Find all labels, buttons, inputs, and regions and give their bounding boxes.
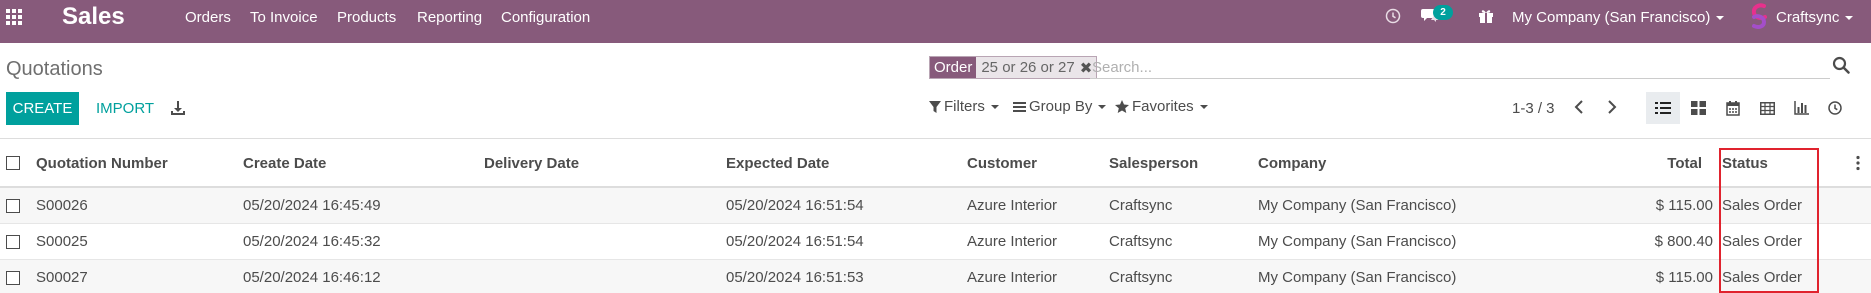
- optional-columns-icon[interactable]: [1855, 155, 1861, 171]
- download-icon[interactable]: [170, 100, 186, 116]
- app-name[interactable]: Sales: [62, 3, 125, 31]
- cell-total: $ 115.00: [1655, 197, 1713, 214]
- caret-down-icon: [1199, 104, 1208, 109]
- col-customer[interactable]: Customer: [967, 155, 1037, 172]
- cell-customer: Azure Interior: [967, 233, 1058, 250]
- table-row[interactable]: S00025 05/20/2024 16:45:32 05/20/2024 16…: [0, 224, 1871, 260]
- graph-view-icon[interactable]: [1784, 92, 1818, 124]
- favorites-dropdown[interactable]: Favorites: [1115, 98, 1208, 115]
- page-title: Quotations: [6, 58, 103, 80]
- favorites-label: Favorites: [1132, 98, 1194, 115]
- cell-number: S00026: [36, 197, 88, 214]
- search-input[interactable]: [1090, 56, 1830, 79]
- pager-value[interactable]: 1-3 / 3: [1512, 100, 1555, 117]
- bars-icon: [1013, 101, 1026, 112]
- col-status[interactable]: Status: [1722, 155, 1768, 172]
- row-checkbox[interactable]: [6, 271, 20, 285]
- user-avatar[interactable]: [1748, 2, 1772, 30]
- menu-configuration[interactable]: Configuration: [501, 9, 590, 26]
- menu-to-invoice[interactable]: To Invoice: [250, 9, 318, 26]
- cell-status: Sales Order: [1722, 269, 1803, 286]
- apps-menu-icon[interactable]: [6, 9, 24, 27]
- star-icon: [1115, 100, 1129, 113]
- calendar-view-icon[interactable]: [1716, 92, 1750, 124]
- user-name: Craftsync: [1776, 9, 1840, 26]
- col-expected-date[interactable]: Expected Date: [726, 155, 829, 172]
- caret-down-icon: [1098, 104, 1107, 109]
- cell-create-date: 05/20/2024 16:45:32: [243, 233, 381, 250]
- cell-salesperson: Craftsync: [1109, 233, 1173, 250]
- clock-icon[interactable]: [1385, 8, 1401, 29]
- chevron-right-icon[interactable]: [1603, 98, 1619, 116]
- cell-salesperson: Craftsync: [1109, 269, 1173, 286]
- cell-customer: Azure Interior: [967, 197, 1058, 214]
- import-button[interactable]: IMPORT: [88, 92, 162, 125]
- col-delivery-date[interactable]: Delivery Date: [484, 155, 579, 172]
- gift-icon[interactable]: [1478, 8, 1494, 29]
- cell-number: S00027: [36, 269, 88, 286]
- search-icon[interactable]: [1832, 56, 1852, 76]
- col-quotation-number[interactable]: Quotation Number: [36, 155, 168, 172]
- filter-icon: [929, 100, 941, 113]
- row-checkbox[interactable]: [6, 199, 20, 213]
- top-navbar: Sales Orders To Invoice Products Reporti…: [0, 0, 1871, 43]
- messages-count-badge: 2: [1433, 5, 1453, 20]
- col-total[interactable]: Total: [1640, 155, 1702, 172]
- cell-status: Sales Order: [1722, 197, 1803, 214]
- list-view-icon[interactable]: [1646, 92, 1680, 124]
- menu-products[interactable]: Products: [337, 9, 396, 26]
- cell-total: $ 800.40: [1654, 233, 1713, 250]
- cell-create-date: 05/20/2024 16:46:12: [243, 269, 381, 286]
- activity-view-icon[interactable]: [1818, 92, 1852, 124]
- search-facet[interactable]: Order 25 or 26 or 27 ✖: [929, 56, 1098, 79]
- caret-down-icon: [1845, 16, 1854, 21]
- company-name: My Company (San Francisco): [1512, 9, 1711, 26]
- menu-orders[interactable]: Orders: [185, 9, 231, 26]
- cell-company: My Company (San Francisco): [1258, 269, 1457, 286]
- cell-expected-date: 05/20/2024 16:51:54: [726, 233, 864, 250]
- cell-salesperson: Craftsync: [1109, 197, 1173, 214]
- groupby-dropdown[interactable]: Group By: [1013, 98, 1107, 115]
- create-button[interactable]: CREATE: [6, 92, 79, 125]
- caret-down-icon: [1716, 16, 1725, 21]
- col-salesperson[interactable]: Salesperson: [1109, 155, 1198, 172]
- menu-reporting[interactable]: Reporting: [417, 9, 482, 26]
- filters-label: Filters: [944, 98, 985, 115]
- table-header: Quotation Number Create Date Delivery Da…: [0, 138, 1871, 188]
- table-row[interactable]: S00026 05/20/2024 16:45:49 05/20/2024 16…: [0, 188, 1871, 224]
- col-company[interactable]: Company: [1258, 155, 1326, 172]
- facet-label: Order: [930, 57, 977, 78]
- row-checkbox[interactable]: [6, 235, 20, 249]
- cell-company: My Company (San Francisco): [1258, 197, 1457, 214]
- caret-down-icon: [990, 104, 999, 109]
- kanban-view-icon[interactable]: [1681, 92, 1715, 124]
- groupby-label: Group By: [1029, 98, 1093, 115]
- chevron-left-icon[interactable]: [1572, 98, 1588, 116]
- cell-customer: Azure Interior: [967, 269, 1058, 286]
- col-create-date[interactable]: Create Date: [243, 155, 326, 172]
- select-all-checkbox[interactable]: [6, 156, 20, 170]
- user-menu[interactable]: Craftsync: [1776, 9, 1854, 26]
- facet-values: 25 or 26 or 27: [976, 57, 1080, 78]
- cell-status: Sales Order: [1722, 233, 1803, 250]
- cell-company: My Company (San Francisco): [1258, 233, 1457, 250]
- cell-total: $ 115.00: [1655, 269, 1713, 286]
- company-switcher[interactable]: My Company (San Francisco): [1512, 9, 1725, 26]
- pivot-view-icon[interactable]: [1750, 92, 1784, 124]
- cell-expected-date: 05/20/2024 16:51:53: [726, 269, 864, 286]
- filters-dropdown[interactable]: Filters: [929, 98, 999, 115]
- cell-number: S00025: [36, 233, 88, 250]
- cell-expected-date: 05/20/2024 16:51:54: [726, 197, 864, 214]
- table-row[interactable]: S00027 05/20/2024 16:46:12 05/20/2024 16…: [0, 260, 1871, 293]
- cell-create-date: 05/20/2024 16:45:49: [243, 197, 381, 214]
